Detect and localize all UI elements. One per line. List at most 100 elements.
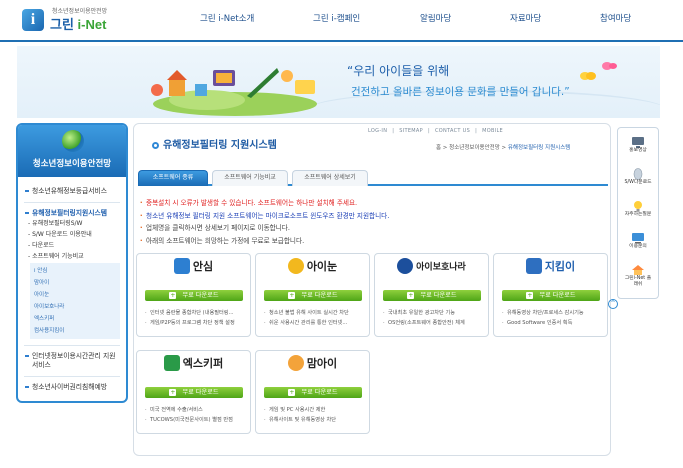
shield-icon — [525, 258, 542, 274]
download-button-momi[interactable]: 무료 다운로드 — [264, 387, 362, 398]
sitemap-link[interactable]: SITEMAP — [399, 128, 423, 134]
breadcrumb: 홈 > 청소년정보이용안전망 > 유해정보필터링 지원시스템 — [436, 143, 570, 151]
sidebar-software-list: i 안심 맘아이 아이눈 아이보호나라 엑스키퍼 컴사용지킴이 — [30, 263, 120, 339]
software-logo-ansim[interactable]: 안심 — [137, 258, 250, 288]
mouse-icon — [633, 168, 643, 180]
quick-menu: 홍보영상 S/W다운로드 자주하는질문 이용문의 그린i-Net 플래쉬 — [617, 127, 659, 299]
logo-title-suffix: i-Net — [77, 17, 107, 32]
software-desc-line: 청소년 불법 유해 사이트 실시간 차단 — [264, 308, 364, 318]
banner-illustration-icon — [151, 68, 317, 116]
software-name: 엑스키퍼 — [182, 357, 224, 370]
quick-item-flash[interactable]: 그린i-Net 플래쉬 — [618, 264, 658, 288]
inoon-logo-icon — [287, 258, 304, 274]
sidebar-item-cyber-rights[interactable]: 청소년사이버권리침해예방 — [24, 383, 120, 392]
nav-item-intro[interactable]: 그린 i-Net소개 — [200, 12, 254, 24]
software-card-iboho: 아이보호나라 무료 다운로드 국내최초 유일한 광고차단 기능 OS언링(소프트… — [374, 253, 489, 337]
software-desc-line: 게임 및 PC 사용시간 제한 — [264, 405, 364, 415]
software-desc: 청소년 불법 유해 사이트 실시간 차단 쉬운 사용시간 관리를 통한 인터넷.… — [264, 308, 364, 328]
nav-item-resources[interactable]: 자료마당 — [510, 12, 541, 24]
link-divider: | — [392, 128, 395, 134]
software-name: 안심 — [192, 260, 214, 273]
download-button-inoon[interactable]: 무료 다운로드 — [264, 290, 362, 301]
nav-item-notice[interactable]: 알림마당 — [420, 12, 451, 24]
butterfly-icon — [580, 62, 617, 80]
sidebar-divider — [24, 345, 120, 346]
download-button-jikimi[interactable]: 무료 다운로드 — [502, 290, 600, 301]
page-title: 유해정보필터링 지원시스템 — [152, 136, 277, 151]
quick-item-label: 자주하는질문 — [624, 212, 652, 217]
software-card-momi: 맘아이 무료 다운로드 게임 및 PC 사용시간 제한 유해사이트 및 유해동영… — [255, 350, 370, 434]
sidebar-software-momi[interactable]: 맘아이 — [34, 277, 116, 289]
banner-quote-line1: “우리 아이들을 위해 — [347, 64, 450, 78]
software-desc: 국내최초 유일한 광고차단 기능 OS언링(소프트웨어 종합안전) 체계 — [383, 308, 483, 328]
xkeeper-logo-icon — [163, 355, 180, 371]
utility-links: LOG-IN | SITEMAP | CONTACT US | MOBILE — [368, 126, 508, 134]
software-desc-line: TUCOWS(미국전문사이트) 별점 만점 — [145, 415, 245, 425]
sidebar-software-xkeeper[interactable]: 엑스키퍼 — [34, 313, 116, 325]
sidebar-software-ansim[interactable]: i 안심 — [34, 265, 116, 277]
sidebar: 청소년정보이용안전망 청소년유해정보등급서비스 유해정보필터링지원시스템 - 유… — [16, 123, 128, 403]
nav-item-campaign[interactable]: 그린 i-캠페인 — [313, 12, 360, 24]
tab-software-types[interactable]: 소프트웨어 종류 — [138, 170, 208, 186]
software-desc: 미국 전역에 수출/서비스 TUCOWS(미국전문사이트) 별점 만점 — [145, 405, 245, 425]
sidebar-header: 청소년정보이용안전망 — [18, 125, 126, 177]
iboho-logo-icon — [397, 258, 414, 274]
software-desc: 인터넷 음란물 종합차단 (내용필터링... 게임/P2P등의 프로그램 차단 … — [145, 308, 245, 328]
quick-item-inquiry[interactable]: 이용문의 — [618, 232, 658, 250]
notice-free-supply: 아래의 소프트웨어는 희망하는 가정에 무료로 보급합니다. — [140, 235, 610, 248]
quick-item-sw-download[interactable]: S/W다운로드 — [618, 168, 658, 186]
software-desc: 유해동영상 차단/프로세스 감시기능 Good Software 인증서 획득 — [502, 308, 602, 328]
breadcrumb-current: 유해정보필터링 지원시스템 — [507, 145, 571, 151]
notice-windows-only: 청소년 유해정보 필터링 지원 소프트웨어는 마이크로소프트 윈도우즈 환경만 … — [140, 210, 610, 223]
quick-item-promo-video[interactable]: 홍보영상 — [618, 136, 658, 154]
sidebar-subitem-filtering-sw[interactable]: - 유해정보필터링S/W — [24, 218, 120, 229]
sidebar-item-filtering-system[interactable]: 유해정보필터링지원시스템 — [24, 209, 120, 218]
software-desc-line: 유해동영상 차단/프로세스 감시기능 — [502, 308, 602, 318]
nav-item-participation[interactable]: 참여마당 — [600, 12, 631, 24]
logo-emblem-icon: i — [22, 9, 44, 31]
sidebar-divider — [24, 202, 120, 203]
mobile-link[interactable]: MOBILE — [482, 128, 503, 134]
download-button-iboho[interactable]: 무료 다운로드 — [383, 290, 481, 301]
link-divider: | — [427, 128, 430, 134]
software-card-xkeeper: 엑스키퍼 무료 다운로드 미국 전역에 수출/서비스 TUCOWS(미국전문사이… — [136, 350, 251, 434]
globe-icon — [62, 130, 84, 152]
content-tabs: 소프트웨어 종류 소프트웨어 기능비교 소프트웨어 상세보기 — [138, 170, 608, 186]
software-logo-iboho[interactable]: 아이보호나라 — [375, 258, 488, 288]
monitor-icon — [632, 233, 644, 244]
lightbulb-icon — [634, 201, 642, 212]
software-logo-jikimi[interactable]: 지킴이 — [494, 258, 607, 288]
breadcrumb-path[interactable]: 홈 > 청소년정보이용안전망 > — [436, 145, 508, 151]
sidebar-subitem-download[interactable]: - 다운로드 — [24, 240, 120, 251]
tab-software-detail[interactable]: 소프트웨어 상세보기 — [292, 170, 368, 186]
contact-link[interactable]: CONTACT US — [435, 128, 470, 134]
tab-feature-compare[interactable]: 소프트웨어 기능비교 — [212, 170, 288, 186]
sidebar-item-rating-service[interactable]: 청소년유해정보등급서비스 — [24, 187, 120, 196]
software-logo-xkeeper[interactable]: 엑스키퍼 — [137, 355, 250, 385]
main-content: LOG-IN | SITEMAP | CONTACT US | MOBILE 유해정보필터링… — [133, 123, 611, 456]
scroll-top-button[interactable]: ^ — [608, 299, 618, 309]
sidebar-software-jikimi[interactable]: 컴사용지킴이 — [34, 325, 116, 337]
sidebar-subitem-feature-compare[interactable]: - 소프트웨어 기능비교 — [24, 251, 120, 262]
download-button-xkeeper[interactable]: 무료 다운로드 — [145, 387, 243, 398]
login-link[interactable]: LOG-IN — [368, 128, 387, 134]
software-desc: 게임 및 PC 사용시간 제한 유해사이트 및 유해동영상 차단 — [264, 405, 364, 425]
main-banner: “우리 아이들을 위해 건전하고 올바른 정보이용 문화를 만들어 갑니다.” — [17, 46, 660, 118]
ansim-logo-icon — [173, 258, 190, 274]
sidebar-software-iboho[interactable]: 아이보호나라 — [34, 301, 116, 313]
software-name: 아이눈 — [306, 260, 338, 273]
sidebar-software-inoon[interactable]: 아이눈 — [34, 289, 116, 301]
sidebar-item-time-management[interactable]: 인터넷정보이용시간관리 지원서비스 — [24, 352, 116, 370]
software-desc-line: 국내최초 유일한 광고차단 기능 — [383, 308, 483, 318]
software-logo-momi[interactable]: 맘아이 — [256, 355, 369, 385]
quick-item-label: 그린i-Net 플래쉬 — [624, 276, 652, 287]
quick-item-label: 홍보영상 — [629, 148, 647, 153]
site-logo[interactable]: i 청소년정보이용안전망 그린 i-Net — [22, 4, 122, 36]
quick-item-faq[interactable]: 자주하는질문 — [618, 200, 658, 218]
quick-item-label: S/W다운로드 — [624, 180, 652, 185]
software-card-ansim: 안심 무료 다운로드 인터넷 음란물 종합차단 (내용필터링... 게임/P2P… — [136, 253, 251, 337]
software-name: 아이보호나라 — [416, 262, 466, 273]
download-button-ansim[interactable]: 무료 다운로드 — [145, 290, 243, 301]
sidebar-subitem-download-guide[interactable]: - S/W 다운로드 이용안내 — [24, 229, 120, 240]
software-logo-inoon[interactable]: 아이눈 — [256, 258, 369, 288]
